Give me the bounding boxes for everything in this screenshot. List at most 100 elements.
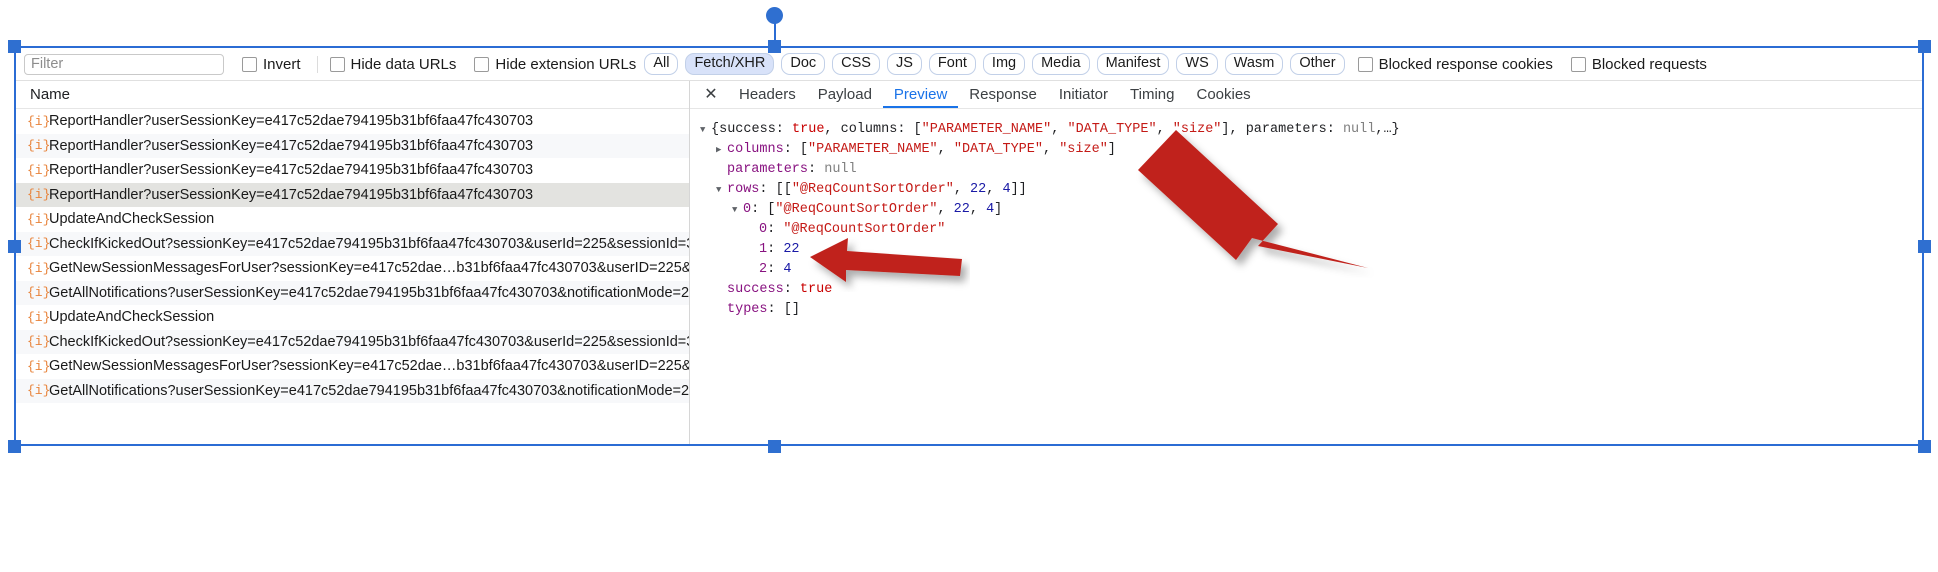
checkbox-blocked-requests[interactable]: Blocked requests [1570,55,1707,73]
request-row-name: ReportHandler?userSessionKey=e417c52dae7… [49,162,534,179]
type-filter-media[interactable]: Media [1032,53,1090,75]
xhr-braces-icon: {i} [27,236,51,252]
request-row[interactable]: {i} GetNewSessionMessagesForUser?sessionK… [16,354,689,379]
checkbox-hide-extension-urls[interactable]: Hide extension URLs [474,56,636,73]
json-token-null: null [824,162,857,177]
checkbox-hide-extension-urls-box[interactable] [474,56,490,72]
checkbox-invert-box[interactable] [242,56,257,72]
json-tree-row[interactable]: success: true [700,280,1922,300]
json-tree-row[interactable]: 1: 22 [700,240,1922,260]
type-filter-manifest[interactable]: Manifest [1096,53,1170,75]
type-filter-js[interactable]: JS [886,53,922,75]
json-token-idx: 1 [759,242,768,257]
type-filter-wasm[interactable]: Wasm [1224,53,1284,75]
chevron-down-icon[interactable]: ▼ [700,121,711,140]
checkbox-blocked-response-cookies-box[interactable] [1357,56,1373,72]
toolbar-divider-1 [316,55,318,73]
resize-handle-top-center[interactable] [768,40,781,53]
request-row[interactable]: {i} CheckIfKickedOut?sessionKey=e417c52da… [16,329,689,354]
json-token-prop: success [727,282,784,297]
close-icon[interactable]: ✕ [700,86,722,103]
checkbox-hide-data-urls-box[interactable] [329,56,345,72]
checkbox-invert[interactable]: Invert [242,56,301,73]
request-row[interactable]: {i} UpdateAndCheckSession [16,305,689,330]
tab-timing[interactable]: Timing [1119,82,1185,108]
type-filter-ws[interactable]: WS [1176,53,1218,75]
tab-headers[interactable]: Headers [728,82,807,108]
checkbox-blocked-requests-box[interactable] [1570,56,1586,72]
json-token-plain: ,…} [1375,122,1400,137]
type-filter-img[interactable]: Img [982,53,1026,75]
request-row-name: GetNewSessionMessagesForUser?sessionKey=… [49,358,689,375]
chevron-down-icon[interactable]: ▼ [716,181,727,200]
request-row[interactable]: {i} CheckIfKickedOut?sessionKey=e417c52da… [16,231,689,256]
type-filter-css[interactable]: CSS [832,53,880,75]
type-filter-doc[interactable]: Doc [781,53,826,75]
json-token-prop: types [727,302,768,317]
resize-handle-top-right[interactable] [1918,40,1931,53]
checkbox-hide-data-urls[interactable]: Hide data URLs [329,55,457,73]
json-tree-row[interactable]: ▼ {success: true, columns: ["PARAMETER_NA… [700,120,1922,140]
column-header-name[interactable]: Name [16,81,689,109]
json-token-num: 22 [953,202,970,217]
json-tree-row[interactable]: types: [] [700,300,1922,320]
chevron-down-icon[interactable]: ▼ [732,201,743,220]
request-row[interactable]: {i} GetAllNotifications?userSessionKey=e4… [16,280,689,305]
request-row-name: GetAllNotifications?userSessionKey=e417c… [49,382,689,399]
type-filter-fetch-xhr[interactable]: Fetch/XHR [685,53,775,75]
tab-payload[interactable]: Payload [807,82,883,108]
network-filter-toolbar: Invert Hide data URLs Hide extension URL… [16,48,1922,81]
resize-handle-top-left[interactable] [8,40,21,53]
request-row-name: ReportHandler?userSessionKey=e417c52dae7… [49,113,534,130]
resize-handle-bottom-center[interactable] [768,440,781,453]
tab-preview[interactable]: Preview [883,82,958,108]
json-token-num: 22 [783,242,800,257]
json-tree-row[interactable]: 2: 4 [700,260,1922,280]
request-row[interactable]: {i} UpdateAndCheckSession [16,207,689,232]
chevron-right-icon[interactable]: ▶ [716,141,727,160]
json-token-plain: : [808,162,825,177]
tab-cookies[interactable]: Cookies [1185,82,1261,108]
request-row[interactable]: {i} ReportHandler?userSessionKey=e417c52d… [16,133,689,158]
json-token-str: "DATA_TYPE" [953,142,1043,157]
json-token-num: 4 [1002,182,1011,197]
resize-handle-bottom-left[interactable] [8,440,21,453]
type-filter-font[interactable]: Font [928,53,976,75]
filter-input[interactable] [24,53,224,75]
tab-initiator[interactable]: Initiator [1048,82,1119,108]
request-row[interactable]: {i} GetNewSessionMessagesForUser?sessionK… [16,256,689,281]
json-token-plain: , [1156,122,1173,137]
type-filter-all[interactable]: All [644,53,679,75]
json-token-plain: , [969,202,987,217]
request-list-pane: Name {i} ReportHandler?userSessionKey=e41… [16,81,690,444]
json-token-plain: , [986,182,1003,197]
json-tree-row[interactable]: parameters: null [700,160,1922,180]
tab-response[interactable]: Response [958,82,1048,108]
checkbox-blocked-requests-label: Blocked requests [1591,55,1707,73]
json-tree-row[interactable]: 0: "@ReqCountSortOrder" [700,220,1922,240]
request-row-name: ReportHandler?userSessionKey=e417c52dae7… [49,137,534,154]
json-token-idx: 2 [759,262,768,277]
json-tree-row[interactable]: ▼ 0: ["@ReqCountSortOrder", 22, 4] [700,200,1922,220]
json-token-str: "DATA_TYPE" [1067,122,1157,137]
request-row[interactable]: {i} ReportHandler?userSessionKey=e417c52d… [16,109,689,134]
json-tree-row[interactable]: ▼ rows: [["@ReqCountSortOrder", 22, 4]] [700,180,1922,200]
checkbox-hide-data-urls-label: Hide data URLs [350,55,457,73]
request-row[interactable]: {i} ReportHandler?userSessionKey=e417c52d… [16,182,689,207]
request-row[interactable]: {i} ReportHandler?userSessionKey=e417c52d… [16,158,689,183]
json-token-plain: , [1051,122,1068,137]
annotation-anchor-dot[interactable] [766,7,783,24]
checkbox-blocked-response-cookies[interactable]: Blocked response cookies [1357,56,1553,73]
json-token-plain: , [953,182,971,197]
network-panes: Name {i} ReportHandler?userSessionKey=e41… [16,81,1922,444]
json-tree-row[interactable]: ▶ columns: ["PARAMETER_NAME", "DATA_TYPE"… [700,140,1922,160]
resize-handle-bottom-right[interactable] [1918,440,1931,453]
request-row[interactable]: {i} GetAllNotifications?userSessionKey=e4… [16,378,689,403]
type-filter-other[interactable]: Other [1290,53,1345,75]
resize-handle-middle-left[interactable] [8,240,21,253]
resize-handle-middle-right[interactable] [1918,240,1931,253]
json-token-num: 4 [783,262,792,277]
